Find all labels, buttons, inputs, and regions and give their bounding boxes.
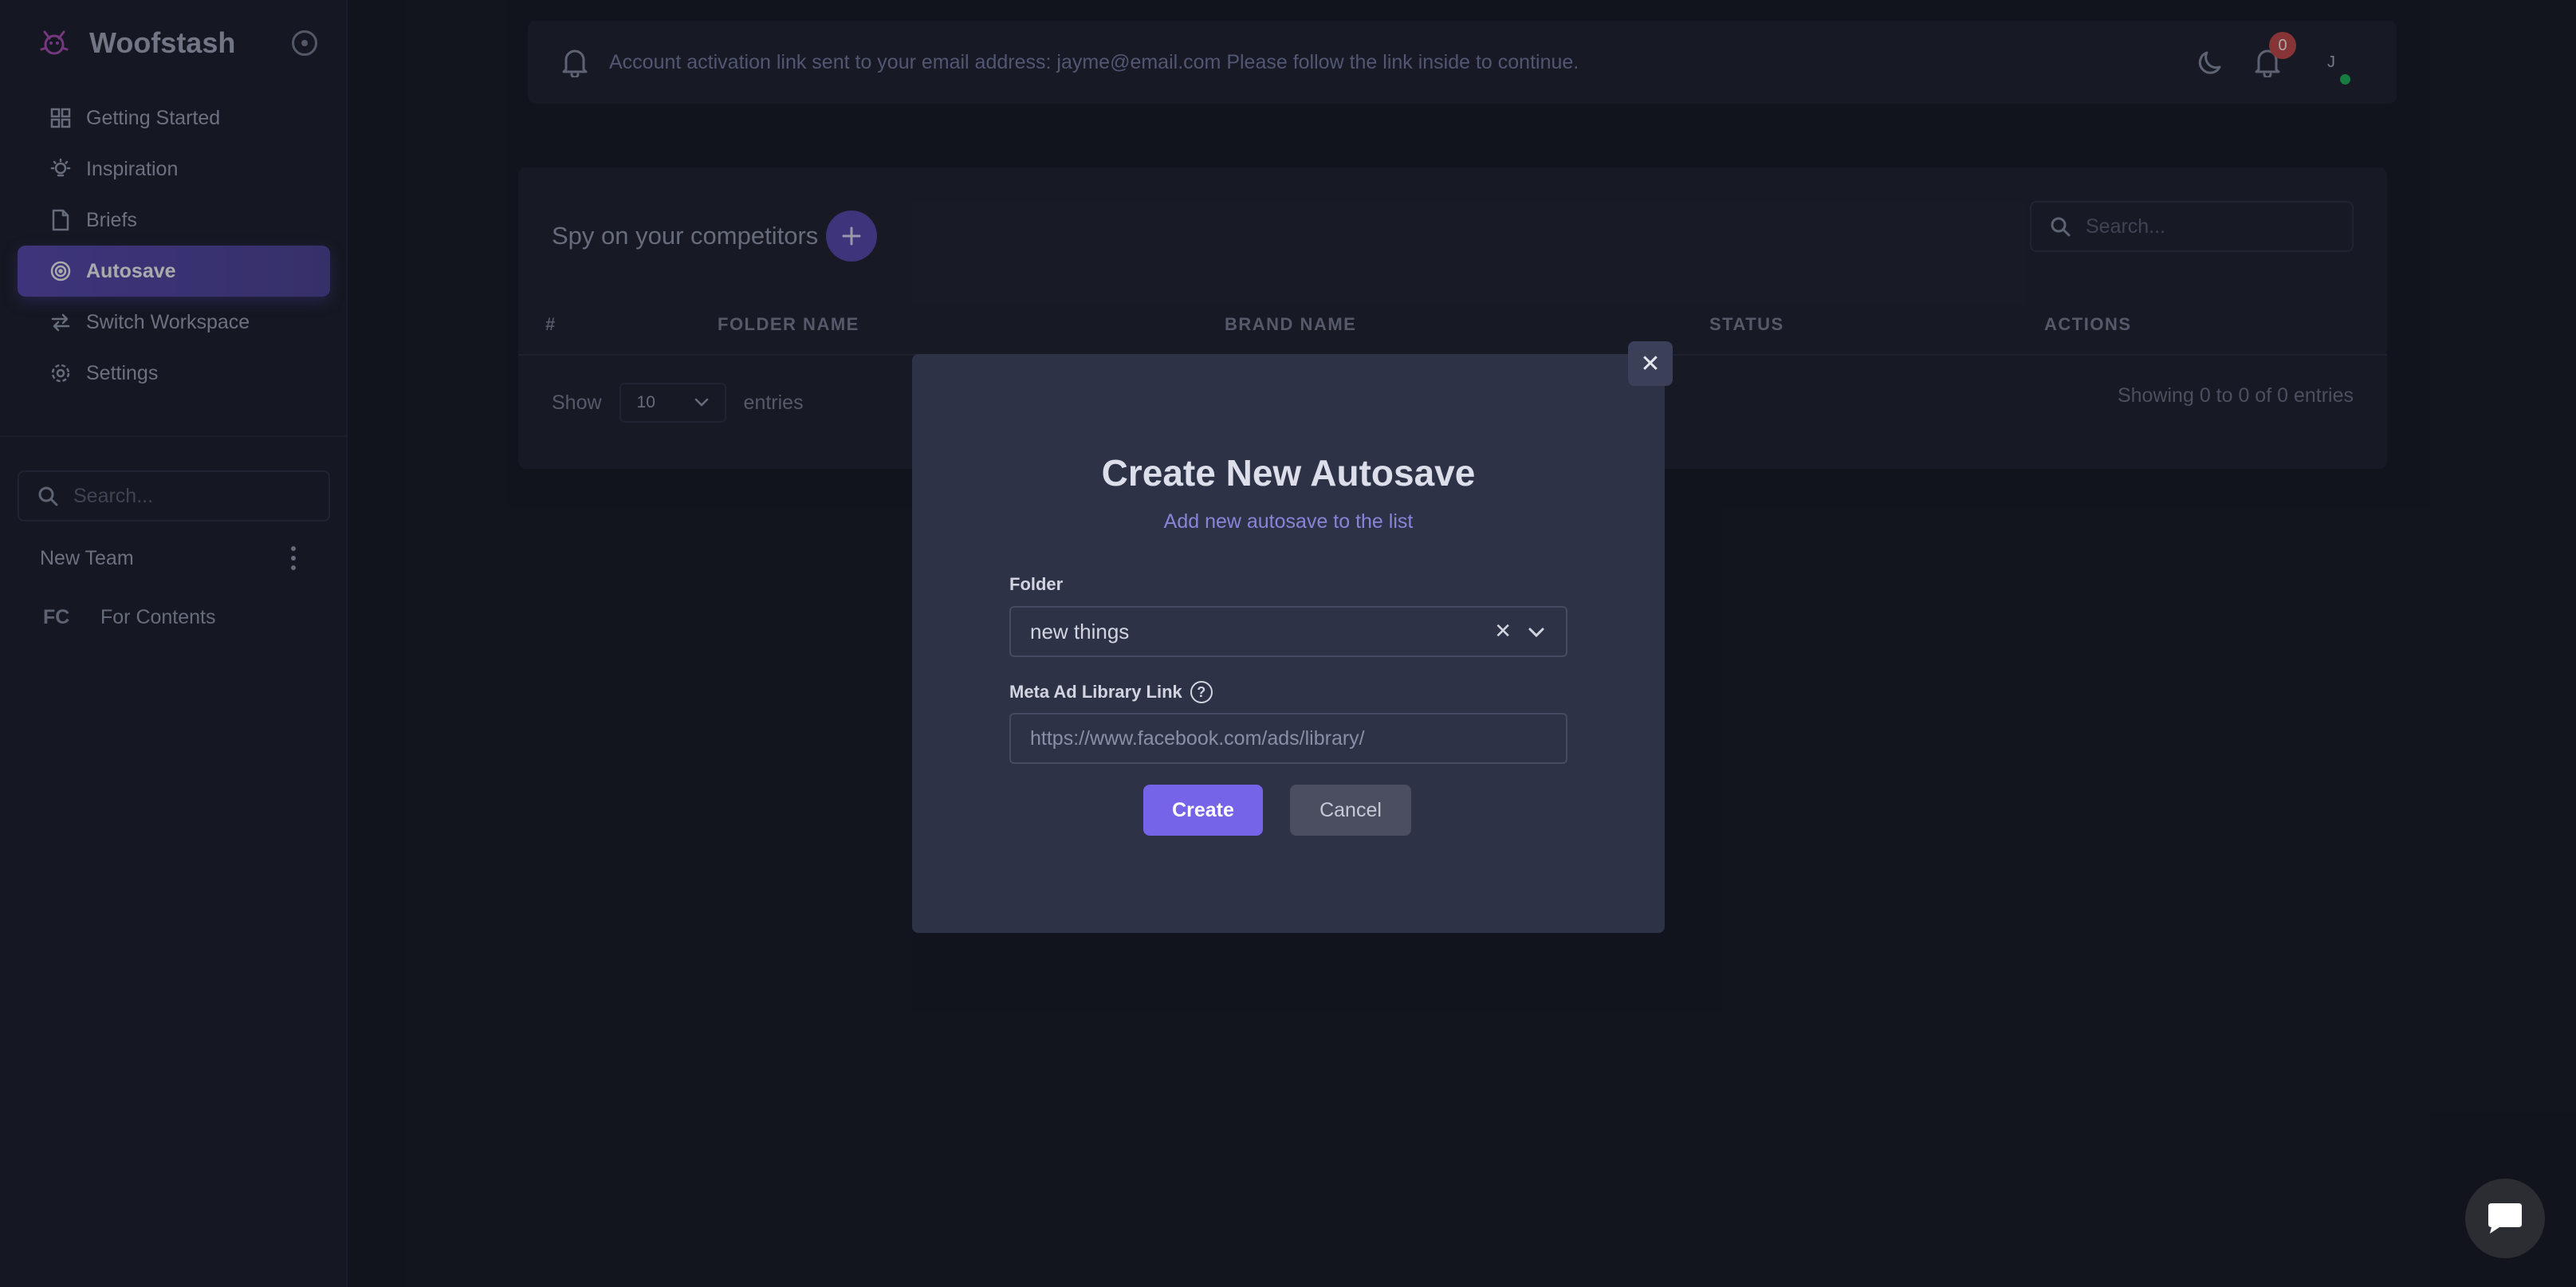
folder-label: Folder xyxy=(1009,574,1063,595)
modal-title: Create New Autosave xyxy=(1101,452,1476,494)
close-icon: ✕ xyxy=(1640,350,1661,377)
meta-ad-library-link-label: Meta Ad Library Link ? xyxy=(1009,681,1213,703)
folder-select-value: new things xyxy=(1030,619,1130,644)
chat-launcher-button[interactable] xyxy=(2465,1179,2545,1258)
folder-label-text: Folder xyxy=(1009,574,1064,594)
clear-selection-icon[interactable]: ✕ xyxy=(1494,619,1512,644)
link-label-text: Meta Ad Library Link xyxy=(1009,682,1182,702)
folder-select[interactable]: new things ✕ xyxy=(1009,606,1567,657)
chat-icon xyxy=(2488,1203,2522,1234)
cancel-button[interactable]: Cancel xyxy=(1290,785,1411,836)
help-icon[interactable]: ? xyxy=(1190,681,1213,703)
meta-ad-library-link-input[interactable] xyxy=(1009,713,1567,764)
modal-subtitle: Add new autosave to the list xyxy=(1163,510,1414,533)
create-autosave-modal: Create New Autosave Add new autosave to … xyxy=(912,354,1665,933)
create-button[interactable]: Create xyxy=(1143,785,1263,836)
chevron-down-icon[interactable] xyxy=(1528,620,1545,644)
modal-close-button[interactable]: ✕ xyxy=(1628,341,1673,386)
